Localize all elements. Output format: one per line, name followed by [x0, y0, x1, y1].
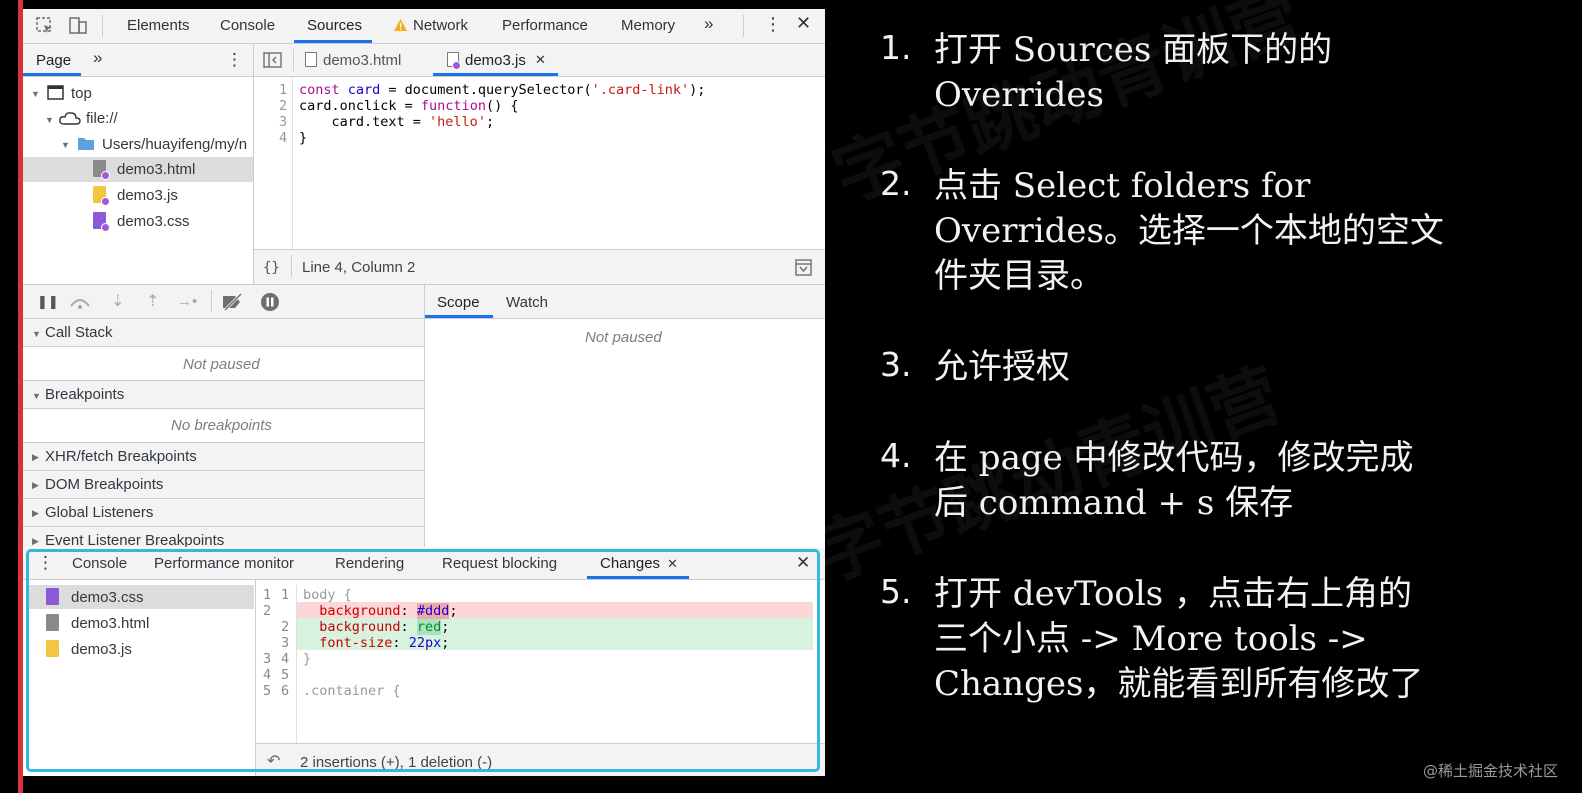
- editor-tab-js[interactable]: demo3.js: [465, 52, 526, 70]
- breakpoints-title[interactable]: Breakpoints: [45, 386, 124, 404]
- call-stack-title[interactable]: Call Stack: [45, 324, 113, 342]
- line-number: 4: [279, 130, 288, 146]
- frame-icon: [47, 85, 64, 100]
- call-stack-status: Not paused: [183, 356, 260, 373]
- item-text: 打开 Sources 面板下的的 Overrides: [934, 30, 1333, 115]
- code-line[interactable]: card.onclick = function() {: [299, 98, 518, 114]
- source-watermark: @稀土掘金技术社区: [1422, 762, 1558, 780]
- instruction-item: 5. 打开 devTools ，点击右上角的 三个小点 -> More tool…: [880, 572, 1560, 707]
- item-text: 允许授权: [934, 347, 1070, 387]
- scope-tab-bar: [425, 285, 825, 318]
- editor-tab-html[interactable]: demo3.html: [323, 52, 401, 70]
- code-line[interactable]: card.text = 'hello';: [299, 114, 495, 130]
- deactivate-breakpoints-icon[interactable]: [221, 293, 245, 311]
- instruction-list: 1. 打开 Sources 面板下的的 Overrides 2. 点击 Sele…: [880, 28, 1560, 753]
- tree-top[interactable]: top: [71, 85, 92, 103]
- breakpoints-status: No breakpoints: [171, 417, 272, 434]
- global-listeners-title[interactable]: Global Listeners: [45, 504, 153, 522]
- item-text: 点击 Select folders for Overrides。选择一个本地的空…: [934, 166, 1444, 296]
- tree-file-html[interactable]: demo3.html: [117, 161, 195, 179]
- toggle-debugger-icon[interactable]: [795, 259, 813, 277]
- cloud-icon: [59, 112, 81, 125]
- close-devtools-icon[interactable]: ✕: [796, 13, 811, 34]
- highlight-box: [26, 549, 820, 772]
- folder-icon: [78, 138, 94, 150]
- warning-icon: [394, 19, 407, 31]
- code-line[interactable]: const card = document.querySelector('.ca…: [299, 82, 705, 98]
- item-number: 1.: [880, 28, 912, 67]
- tab-elements[interactable]: Elements: [127, 17, 190, 34]
- cursor-position: Line 4, Column 2: [302, 259, 416, 276]
- item-text: 在 page 中修改代码，修改完成 后 command + s 保存: [934, 438, 1414, 523]
- instruction-item: 3. 允许授权: [880, 345, 1560, 390]
- event-listener-breakpoints-header[interactable]: ▶ Event Listener Breakpoints: [23, 527, 424, 547]
- line-gutter: [254, 77, 293, 249]
- tab-network[interactable]: Network: [413, 17, 468, 34]
- xhr-breakpoints-title[interactable]: XHR/fetch Breakpoints: [45, 448, 197, 466]
- step-into-icon[interactable]: ⇣: [111, 293, 124, 311]
- code-line[interactable]: }: [299, 130, 307, 146]
- navigator-menu-icon[interactable]: ⋮: [226, 51, 243, 69]
- instruction-item: 4. 在 page 中修改代码，修改完成 后 command + s 保存: [880, 436, 1560, 526]
- pretty-print-icon[interactable]: {}: [263, 259, 280, 277]
- expand-triangle-icon[interactable]: ▼: [61, 140, 70, 150]
- instruction-item: 2. 点击 Select folders for Overrides。选择一个本…: [880, 164, 1560, 299]
- line-number: 1: [279, 82, 288, 98]
- tree-origin[interactable]: file://: [86, 110, 118, 128]
- kebab-menu-icon[interactable]: ⋮: [764, 14, 782, 35]
- event-listener-breakpoints-title[interactable]: Event Listener Breakpoints: [45, 532, 224, 547]
- html-file-icon: [305, 52, 317, 67]
- item-number: 3.: [880, 345, 912, 384]
- tree-file-css[interactable]: demo3.css: [117, 213, 190, 231]
- inspect-element-icon[interactable]: [35, 16, 55, 36]
- item-number: 5.: [880, 572, 912, 611]
- active-tab-indicator: [294, 40, 372, 43]
- tab-console[interactable]: Console: [220, 17, 275, 34]
- devtools-window: Elements Console Sources Network Perform…: [23, 9, 825, 776]
- tab-memory[interactable]: Memory: [621, 17, 675, 34]
- instruction-item: 1. 打开 Sources 面板下的的 Overrides: [880, 28, 1560, 118]
- step-out-icon[interactable]: ⇡: [146, 293, 159, 311]
- line-number: 3: [279, 114, 288, 130]
- close-tab-icon[interactable]: ✕: [535, 51, 546, 69]
- toggle-navigator-icon[interactable]: [263, 51, 283, 69]
- editor-tab-indicator: [433, 73, 558, 76]
- more-navigator-tabs-icon[interactable]: »: [93, 49, 102, 67]
- expand-triangle-icon[interactable]: ▼: [31, 89, 40, 99]
- more-tabs-chevron-icon[interactable]: »: [704, 14, 713, 34]
- tab-sources[interactable]: Sources: [307, 17, 362, 34]
- tab-scope[interactable]: Scope: [437, 294, 480, 312]
- device-toolbar-icon[interactable]: [67, 15, 89, 37]
- step-icon[interactable]: →•: [177, 293, 197, 311]
- tab-page[interactable]: Page: [36, 52, 71, 70]
- tab-watch[interactable]: Watch: [506, 294, 548, 312]
- pause-on-exceptions-icon[interactable]: [260, 292, 280, 312]
- item-text: 打开 devTools ，点击右上角的 三个小点 -> More tools -…: [934, 574, 1424, 704]
- scope-status: Not paused: [585, 329, 662, 346]
- tab-performance[interactable]: Performance: [502, 17, 588, 34]
- line-number: 2: [279, 98, 288, 114]
- step-over-icon[interactable]: [69, 294, 91, 310]
- item-number: 2.: [880, 164, 912, 203]
- tree-file-js[interactable]: demo3.js: [117, 187, 178, 205]
- tree-folder[interactable]: Users/huayifeng/my/n: [102, 136, 252, 154]
- dom-breakpoints-title[interactable]: DOM Breakpoints: [45, 476, 163, 494]
- item-number: 4.: [880, 436, 912, 475]
- pause-icon[interactable]: ❚❚: [37, 293, 59, 311]
- expand-triangle-icon[interactable]: ▼: [45, 115, 54, 125]
